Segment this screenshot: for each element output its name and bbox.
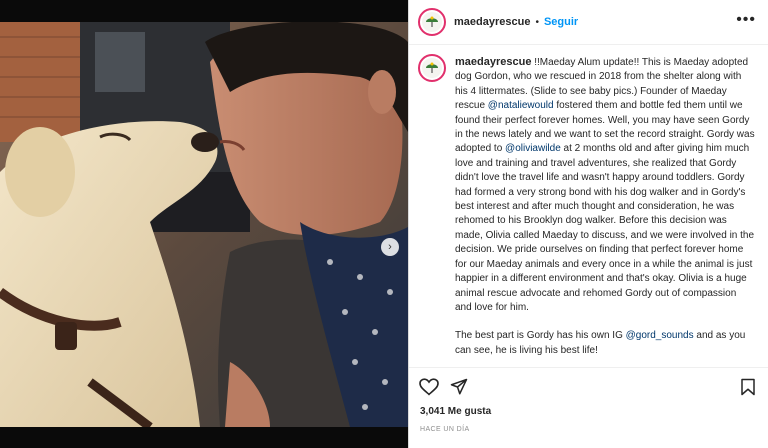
follow-button[interactable]: Seguir xyxy=(544,16,578,28)
post-date: HACE UN DÍA xyxy=(420,426,470,433)
post-side-panel: maedayrescue • Seguir ••• maedayrescue !… xyxy=(408,0,768,448)
caption-paragraph: maedayrescue !!Maeday Alum update!! This… xyxy=(455,55,755,315)
more-options-icon[interactable]: ••• xyxy=(736,12,756,28)
mention-link[interactable]: @oliviawilde xyxy=(505,143,561,154)
chevron-right-icon: › xyxy=(388,241,392,253)
caption-text-segment: at 2 months old and after giving him muc… xyxy=(455,143,755,313)
caption-username[interactable]: maedayrescue xyxy=(455,56,531,68)
heart-icon[interactable] xyxy=(419,378,439,396)
separator-dot: • xyxy=(535,16,539,28)
mention-link[interactable]: @gord_sounds xyxy=(626,330,694,341)
avatar[interactable] xyxy=(418,8,446,36)
send-icon[interactable] xyxy=(450,378,468,396)
mention-link[interactable]: @nataliewould xyxy=(488,100,554,111)
caption-paragraph: The best part is Gordy has his own IG @g… xyxy=(455,329,755,358)
likes-count[interactable]: 3,041 Me gusta xyxy=(420,406,491,417)
instagram-post-modal: › maedayrescue • Seguir ••• maedayrescue… xyxy=(0,0,768,448)
post-photo[interactable]: › xyxy=(0,22,408,427)
modal-backdrop-bottom xyxy=(0,427,408,448)
umbrella-logo-icon xyxy=(422,12,442,32)
caption-avatar[interactable] xyxy=(418,54,446,82)
post-header: maedayrescue • Seguir ••• xyxy=(409,0,768,45)
photo-dog-and-man-image xyxy=(0,22,408,427)
umbrella-logo-icon xyxy=(422,58,442,78)
caption-section: maedayrescue !!Maeday Alum update!! This… xyxy=(409,45,768,367)
carousel-next-button[interactable]: › xyxy=(381,238,399,256)
bookmark-icon[interactable] xyxy=(740,378,756,396)
action-bar xyxy=(409,367,768,406)
caption-text: maedayrescue !!Maeday Alum update!! This… xyxy=(455,55,755,367)
post-username[interactable]: maedayrescue xyxy=(454,16,530,28)
caption-text-segment: The best part is Gordy has his own IG xyxy=(455,330,626,342)
modal-backdrop-top xyxy=(0,0,408,22)
